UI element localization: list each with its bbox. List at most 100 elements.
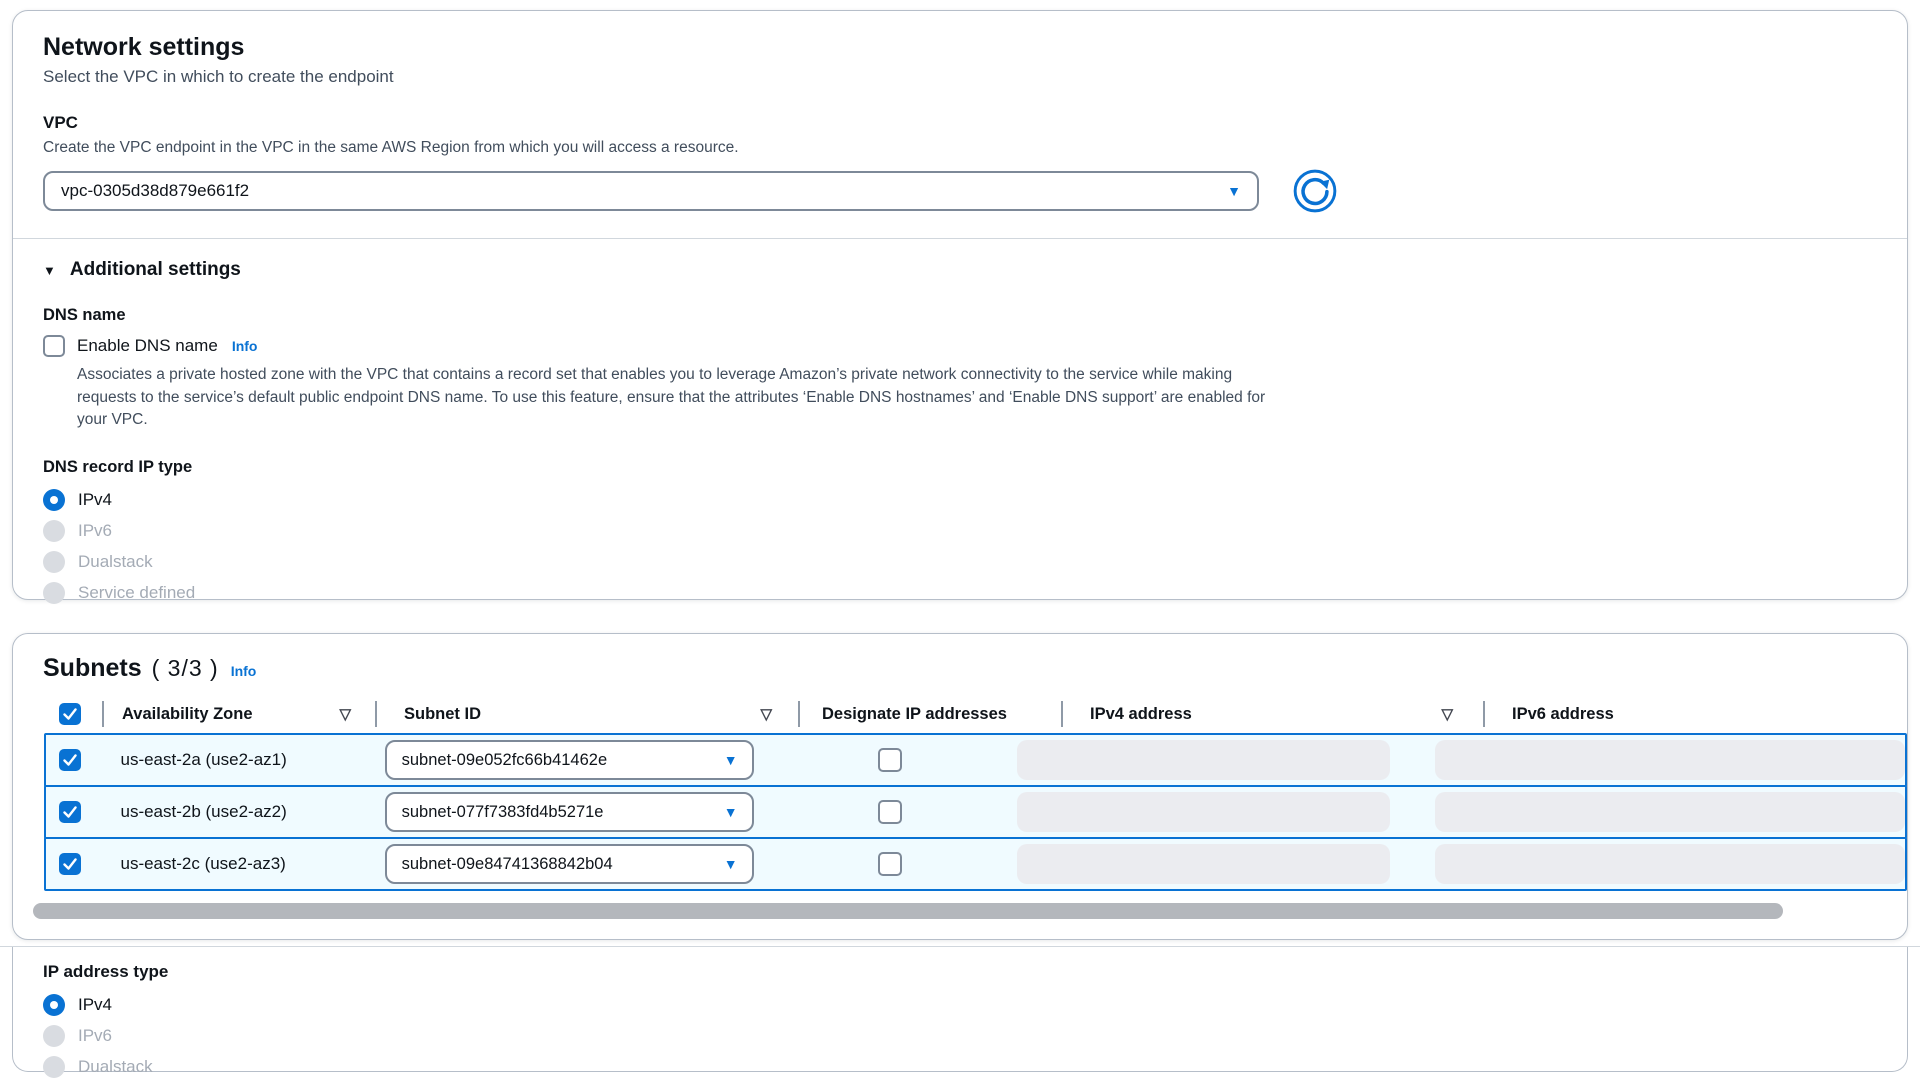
enable-dns-name-text: Enable DNS name	[77, 336, 218, 356]
dns-name-info-link[interactable]: Info	[232, 338, 258, 354]
radio-option-ipv6: IPv6	[43, 520, 1877, 542]
designate-ip-checkbox[interactable]	[878, 800, 902, 824]
subnet-select-value: subnet-09e84741368842b04	[402, 855, 613, 874]
vpc-label: VPC	[43, 113, 1877, 133]
ipv4-address-cell	[998, 839, 1420, 889]
radio-label: Service defined	[78, 583, 195, 603]
column-header-label: Availability Zone	[122, 705, 253, 724]
ip-address-type-card: IP address type IPv4 IPv6 Dualstack	[12, 947, 1908, 1072]
radio-option-ipv4[interactable]: IPv4	[43, 994, 1877, 1016]
select-all-cell	[44, 695, 102, 733]
select-all-checkbox[interactable]	[59, 703, 81, 725]
network-settings-title: Network settings	[43, 33, 1877, 62]
row-select-cell	[46, 839, 100, 889]
section-divider	[13, 238, 1907, 239]
subnets-title: Subnets	[43, 654, 142, 683]
enable-dns-name-checkbox[interactable]	[43, 335, 65, 357]
designate-ip-checkbox[interactable]	[878, 852, 902, 876]
subnet-id-cell: subnet-09e84741368842b04 ▼	[356, 839, 754, 889]
radio-disabled-icon	[43, 520, 65, 542]
horizontal-scrollbar[interactable]	[29, 903, 1891, 919]
dns-name-label: DNS name	[43, 305, 1877, 325]
radio-label: IPv4	[78, 995, 112, 1015]
subnet-id-cell: subnet-077f7383fd4b5271e ▼	[356, 787, 754, 837]
radio-option-dualstack: Dualstack	[43, 551, 1877, 573]
additional-settings-toggle[interactable]: ▼ Additional settings	[43, 259, 1877, 281]
column-header-availability-zone[interactable]: Availability Zone ▽	[102, 695, 375, 733]
row-select-checkbox[interactable]	[59, 853, 81, 875]
radio-disabled-icon	[43, 1056, 65, 1078]
designate-ip-checkbox[interactable]	[878, 748, 902, 772]
availability-zone-cell: us-east-2c (use2-az3)	[100, 839, 355, 889]
subnets-card: Subnets ( 3/3 ) Info Availability Zone ▽…	[12, 633, 1908, 940]
column-header-subnet-id[interactable]: Subnet ID ▽	[375, 695, 798, 733]
column-header-ipv4[interactable]: IPv4 address ▽	[1061, 695, 1483, 733]
enable-dns-name-row: Enable DNS name Info	[43, 335, 1877, 357]
ipv4-address-field-disabled	[1017, 844, 1390, 884]
radio-disabled-icon	[43, 1025, 65, 1047]
row-select-cell	[46, 787, 100, 837]
ipv4-address-field-disabled	[1017, 740, 1390, 780]
ipv4-address-cell	[998, 787, 1420, 837]
row-select-checkbox[interactable]	[59, 801, 81, 823]
chevron-down-icon: ▼	[1227, 184, 1241, 198]
subnet-select[interactable]: subnet-09e052fc66b41462e ▼	[385, 740, 754, 780]
refresh-icon	[1292, 168, 1338, 214]
network-settings-card: Network settings Select the VPC in which…	[12, 10, 1908, 600]
column-header-designate-ip: Designate IP addresses	[798, 695, 1061, 733]
vpc-description: Create the VPC endpoint in the VPC in th…	[43, 138, 1877, 157]
ipv6-address-field-disabled	[1435, 844, 1905, 884]
column-header-label: Designate IP addresses	[822, 705, 1007, 724]
subnet-select[interactable]: subnet-09e84741368842b04 ▼	[385, 844, 754, 884]
row-select-cell	[46, 735, 100, 785]
radio-selected-icon	[43, 994, 65, 1016]
radio-label: Dualstack	[78, 1057, 153, 1077]
radio-option-ipv6: IPv6	[43, 1025, 1877, 1047]
column-header-ipv6: IPv6 address	[1483, 695, 1907, 733]
sort-icon[interactable]: ▽	[760, 705, 772, 723]
ipv6-address-field-disabled	[1435, 740, 1905, 780]
vpc-select[interactable]: vpc-0305d38d879e661f2 ▼	[43, 171, 1259, 211]
subnets-table-header: Availability Zone ▽ Subnet ID ▽ Designat…	[44, 695, 1907, 733]
subnet-id-cell: subnet-09e052fc66b41462e ▼	[356, 735, 754, 785]
vpc-select-row: vpc-0305d38d879e661f2 ▼	[43, 167, 1877, 215]
dns-record-ip-type-group: IPv4 IPv6 Dualstack Service defined	[43, 489, 1877, 604]
designate-ip-cell	[754, 787, 998, 837]
designate-ip-cell	[754, 839, 998, 889]
subnets-count: ( 3/3 )	[152, 655, 219, 682]
refresh-button[interactable]	[1291, 167, 1339, 215]
subnets-table-body: us-east-2a (use2-az1) subnet-09e052fc66b…	[44, 733, 1907, 891]
dns-name-description: Associates a private hosted zone with th…	[77, 364, 1282, 432]
column-header-label: Subnet ID	[404, 705, 481, 724]
network-settings-subtitle: Select the VPC in which to create the en…	[43, 67, 1877, 87]
additional-settings-title: Additional settings	[70, 259, 241, 281]
availability-zone-cell: us-east-2a (use2-az1)	[100, 735, 355, 785]
radio-selected-icon	[43, 489, 65, 511]
radio-disabled-icon	[43, 582, 65, 604]
subnet-row-us-east-2b: us-east-2b (use2-az2) subnet-077f7383fd4…	[44, 785, 1907, 839]
radio-option-service-defined: Service defined	[43, 582, 1877, 604]
triangle-down-icon: ▼	[43, 263, 56, 278]
vpc-select-value: vpc-0305d38d879e661f2	[61, 181, 249, 201]
ipv6-address-cell	[1420, 839, 1905, 889]
row-select-checkbox[interactable]	[59, 749, 81, 771]
radio-label: IPv6	[78, 1026, 112, 1046]
column-header-label: IPv4 address	[1090, 705, 1192, 724]
subnet-select[interactable]: subnet-077f7383fd4b5271e ▼	[385, 792, 754, 832]
ipv6-address-cell	[1420, 735, 1905, 785]
radio-option-ipv4[interactable]: IPv4	[43, 489, 1877, 511]
subnets-header: Subnets ( 3/3 ) Info	[13, 654, 1907, 683]
designate-ip-cell	[754, 735, 998, 785]
scrollbar-thumb[interactable]	[33, 903, 1783, 919]
ipv6-address-field-disabled	[1435, 792, 1905, 832]
sort-icon[interactable]: ▽	[339, 705, 351, 723]
radio-disabled-icon	[43, 551, 65, 573]
chevron-down-icon: ▼	[724, 753, 738, 767]
chevron-down-icon: ▼	[724, 805, 738, 819]
radio-label: IPv6	[78, 521, 112, 541]
subnets-info-link[interactable]: Info	[231, 663, 257, 679]
radio-label: Dualstack	[78, 552, 153, 572]
dns-record-ip-type-label: DNS record IP type	[43, 458, 1877, 477]
radio-option-dualstack: Dualstack	[43, 1056, 1877, 1078]
sort-icon[interactable]: ▽	[1441, 705, 1453, 723]
